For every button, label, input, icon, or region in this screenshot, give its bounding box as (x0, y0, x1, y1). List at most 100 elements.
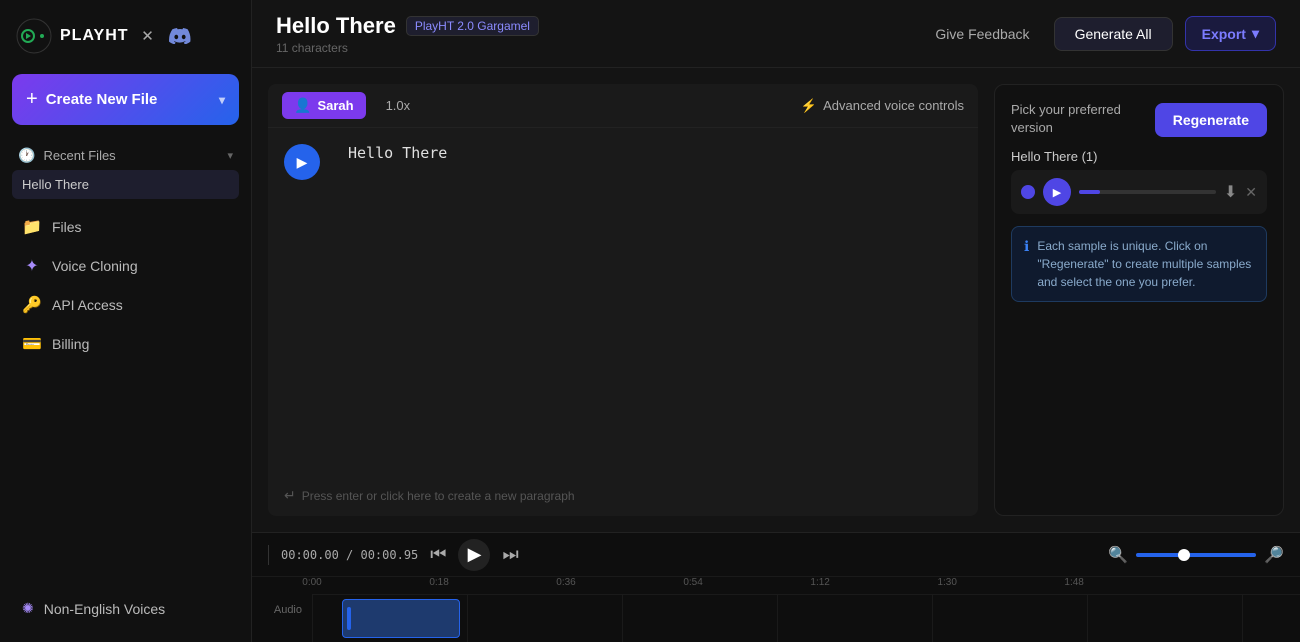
pick-version-title: Pick your preferred version (1011, 101, 1145, 137)
billing-icon: 💳 (22, 334, 42, 354)
export-chevron-icon: ▾ (1252, 25, 1259, 42)
generate-all-button[interactable]: Generate All (1054, 17, 1173, 51)
voice-cloning-label: Voice Cloning (52, 258, 138, 274)
version-delete-button[interactable]: ✕ (1245, 184, 1257, 201)
x-icon[interactable]: ✕ (137, 25, 159, 47)
recent-file-item[interactable]: Hello There (12, 170, 239, 199)
ruler-mark-2: 0:36 (556, 577, 575, 588)
export-label: Export (1202, 26, 1246, 42)
voice-controls-bar: 👤 Sarah 1.0x ⚡ Advanced voice controls (268, 84, 978, 128)
version-download-button[interactable]: ⬇ (1224, 182, 1237, 202)
play-icon: ▶ (297, 154, 308, 171)
sidebar-item-files[interactable]: 📁 Files (12, 208, 239, 246)
topbar-left: Hello There PlayHT 2.0 Gargamel 11 chara… (276, 13, 539, 55)
api-label: API Access (52, 297, 123, 313)
close-icon: ✕ (1245, 184, 1257, 201)
version-progress-fill (1079, 190, 1100, 194)
create-new-file-button[interactable]: + Create New File ▾ (12, 74, 239, 125)
paragraph-hint-text: Press enter or click here to create a ne… (302, 489, 575, 503)
billing-label: Billing (52, 336, 89, 352)
paragraph-hint[interactable]: ↵ Press enter or click here to create a … (268, 479, 978, 516)
version-radio[interactable] (1021, 185, 1035, 199)
ruler-mark-6: 1:48 (1064, 577, 1083, 588)
voice-person-icon: 👤 (294, 97, 311, 114)
logo-text: PLAYHT (60, 27, 129, 45)
text-editor-input[interactable]: Hello There (332, 128, 962, 268)
zoom-out-button[interactable]: 🔍 (1108, 545, 1128, 565)
time-total: 00:00.95 (360, 548, 418, 562)
api-icon: 🔑 (22, 295, 42, 315)
transport-play-icon: ▶ (468, 544, 482, 565)
model-badge: PlayHT 2.0 Gargamel (406, 16, 539, 36)
create-button-label: Create New File (46, 91, 158, 108)
ruler-mark-5: 1:30 (937, 577, 956, 588)
zoom-thumb (1178, 549, 1190, 561)
discord-icon[interactable] (167, 23, 193, 49)
recent-files-list: Hello There (12, 170, 239, 199)
time-current: 00:00.00 (281, 548, 339, 562)
sidebar: PLAYHT ✕ + Create New File ▾ 🕐 Recent Fi… (0, 0, 252, 642)
voice-name: Sarah (317, 98, 353, 113)
character-count: 11 characters (276, 41, 539, 55)
recent-files-header[interactable]: 🕐 Recent Files ▾ (12, 141, 239, 168)
skip-forward-icon: ⏭ (502, 544, 518, 565)
timeline-controls: 00:00.00 / 00:00.95 ⏮ ▶ ⏭ 🔍 (252, 533, 1300, 577)
voice-cloning-icon: ✦ (22, 256, 42, 276)
topbar: Hello There PlayHT 2.0 Gargamel 11 chara… (252, 0, 1300, 68)
non-english-label: Non-English Voices (44, 601, 165, 617)
recent-files-section: 🕐 Recent Files ▾ Hello There (0, 135, 251, 207)
regenerate-button[interactable]: Regenerate (1155, 103, 1267, 137)
files-label: Files (52, 219, 82, 235)
transport-play-button[interactable]: ▶ (458, 539, 490, 571)
editor-left: 👤 Sarah 1.0x ⚡ Advanced voice controls ▶ (268, 84, 978, 516)
speed-control[interactable]: 1.0x (378, 94, 419, 117)
info-box: ℹ Each sample is unique. Click on "Regen… (1011, 226, 1267, 302)
timeline-area: 00:00.00 / 00:00.95 ⏮ ▶ ⏭ 🔍 (252, 532, 1300, 642)
clock-icon: 🕐 (18, 147, 35, 164)
sidebar-item-voice-cloning[interactable]: ✦ Voice Cloning (12, 247, 239, 285)
ruler-mark-4: 1:12 (810, 577, 829, 588)
audio-waveform (347, 607, 351, 629)
zoom-in-icon: 🔎 (1264, 547, 1284, 564)
recent-files-chevron-icon: ▾ (227, 149, 233, 162)
audio-block[interactable] (342, 599, 461, 638)
ruler-mark-3: 0:54 (683, 577, 702, 588)
version-play-button[interactable]: ▶ (1043, 178, 1071, 206)
zoom-slider[interactable] (1136, 553, 1256, 557)
info-text: Each sample is unique. Click on "Regener… (1037, 237, 1254, 291)
version-progress-bar[interactable] (1079, 190, 1216, 194)
version-playbar: ▶ ⬇ ✕ (1011, 170, 1267, 214)
sidebar-item-billing[interactable]: 💳 Billing (12, 325, 239, 363)
advanced-controls-label: Advanced voice controls (823, 98, 964, 113)
main-content: Hello There PlayHT 2.0 Gargamel 11 chara… (252, 0, 1300, 642)
sidebar-nav: 📁 Files ✦ Voice Cloning 🔑 API Access 💳 B… (0, 207, 251, 364)
topbar-right: Give Feedback Generate All Export ▾ (923, 16, 1276, 51)
timeline-track-area: Audio 0:00 0:18 0:36 0:54 1:12 1:30 1:48 (252, 577, 1300, 642)
track-content (312, 595, 1300, 642)
return-icon: ↵ (284, 487, 296, 504)
sidebar-item-api-access[interactable]: 🔑 API Access (12, 286, 239, 324)
skip-back-icon: ⏮ (430, 544, 446, 565)
play-segment-button[interactable]: ▶ (284, 144, 320, 180)
sidebar-item-non-english[interactable]: ✺ Non-English Voices (12, 591, 239, 626)
sidebar-bottom: ✺ Non-English Voices (0, 581, 251, 642)
page-title: Hello There (276, 13, 396, 39)
zoom-out-icon: 🔍 (1108, 547, 1128, 564)
zoom-in-button[interactable]: 🔎 (1264, 545, 1284, 565)
skip-forward-button[interactable]: ⏭ (502, 544, 518, 565)
voice-selector[interactable]: 👤 Sarah (282, 92, 366, 119)
recent-files-label: Recent Files (43, 148, 115, 163)
create-button-chevron-icon: ▾ (219, 93, 225, 107)
feedback-button[interactable]: Give Feedback (923, 20, 1041, 48)
download-icon: ⬇ (1224, 182, 1237, 202)
ruler-mark-1: 0:18 (429, 577, 448, 588)
advanced-voice-controls-button[interactable]: ⚡ Advanced voice controls (801, 98, 964, 114)
non-english-icon: ✺ (22, 600, 34, 617)
skip-back-button[interactable]: ⏮ (430, 544, 446, 565)
export-button[interactable]: Export ▾ (1185, 16, 1276, 51)
track-ruler: 0:00 0:18 0:36 0:54 1:12 1:30 1:48 (312, 577, 1300, 642)
editor-area: 👤 Sarah 1.0x ⚡ Advanced voice controls ▶ (252, 68, 1300, 532)
info-icon: ℹ (1024, 238, 1029, 255)
ruler-mark-0: 0:00 (302, 577, 321, 588)
logo-area: PLAYHT ✕ (0, 0, 251, 68)
